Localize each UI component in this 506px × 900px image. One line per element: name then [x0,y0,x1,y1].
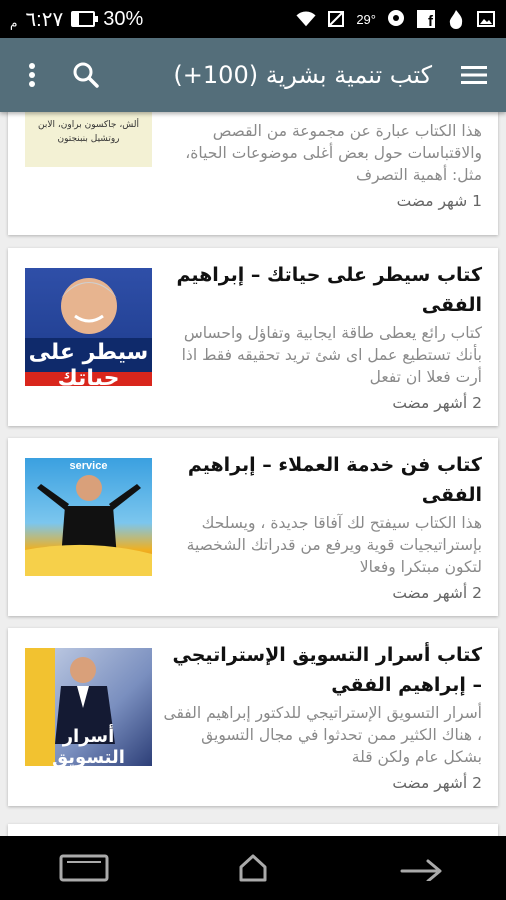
article-title: كتاب سيطر على حياتك – إبراهيم الفقى [176,264,482,316]
article-time: 2 أشهر مضت [392,584,482,602]
article-thumbnail: ألش، جاكسون براون، الابن روتشيل بنبنجتون [25,112,152,167]
recent-apps-icon [59,854,109,882]
overflow-menu-button[interactable] [12,55,52,95]
article-card[interactable] [8,824,498,836]
battery-percent: 30% [103,7,144,30]
article-thumbnail: أسرار التسويق [25,648,152,766]
article-card[interactable]: أسرار التسويق كتاب أسرار التسويق الإسترا… [8,628,498,806]
navigation-bar [0,836,506,900]
status-left: م ٦:٢٧ 30% [10,7,143,32]
hamburger-icon [461,66,487,84]
menu-button[interactable] [454,55,494,95]
book-cover-image [25,475,152,576]
home-button[interactable] [221,844,285,892]
facebook-icon: f [416,9,436,29]
article-card[interactable]: سيطر على حياتك كتاب سيطر على حياتك – إبر… [8,248,498,426]
battery-icon [71,11,99,27]
more-vert-icon [29,63,35,87]
article-title: كتاب فن خدمة العملاء – إبراهيم الفقى [187,454,482,506]
thumb-caption: سيطر على حياتك [28,340,149,386]
search-button[interactable] [66,55,106,95]
article-snippet: كتاب رائع يعطى طاقة ايجابية وتفاؤل واحسا… [181,324,482,386]
no-sim-icon [326,9,346,29]
article-time: 2 أشهر مضت [392,774,482,792]
article-snippet: أسرار التسويق الإستراتيجي للدكتور إبراهي… [163,704,482,766]
article-title: كتاب أسرار التسويق الإستراتيجي – إبراهيم… [172,644,483,696]
thumb-caption: ألش، جاكسون براون، الابن روتشيل بنبنجتون [38,120,139,144]
back-icon [400,859,442,881]
article-card[interactable]: ألش، جاكسون براون، الابن روتشيل بنبنجتون… [8,112,498,235]
article-card[interactable]: service كتاب فن خدمة العملاء – إبراهيم ا… [8,438,498,616]
recent-apps-button[interactable] [52,844,116,892]
article-time: 2 أشهر مضت [392,394,482,412]
article-thumbnail: service [25,458,152,576]
flame-icon [446,9,466,29]
wifi-icon [296,9,316,29]
status-ampm: م [10,16,18,30]
status-time: ٦:٢٧ [25,8,64,31]
article-time: 1 شهر مضت [396,192,482,210]
image-icon [476,9,496,29]
chat-icon [386,9,406,29]
app-bar: كتب تنمية بشرية (100+) [0,38,506,112]
status-bar: م ٦:٢٧ 30% 29° f [0,0,506,38]
temperature: 29° [356,11,376,27]
status-right: 29° f [296,9,496,29]
article-snippet: هذا الكتاب سيفتح لك آفاقا جديدة ، ويسلحك… [186,514,482,576]
page-title: كتب تنمية بشرية (100+) [173,61,432,89]
article-list[interactable]: ألش، جاكسون براون، الابن روتشيل بنبنجتون… [0,112,506,836]
thumb-caption: أسرار التسويق [52,726,125,766]
article-snippet: هذا الكتاب عبارة عن مجموعة من القصص والا… [185,122,482,184]
back-button[interactable] [390,844,454,892]
thumb-caption: service [69,460,108,472]
article-thumbnail: سيطر على حياتك [25,268,152,386]
search-icon [73,62,99,88]
home-icon [239,854,267,882]
